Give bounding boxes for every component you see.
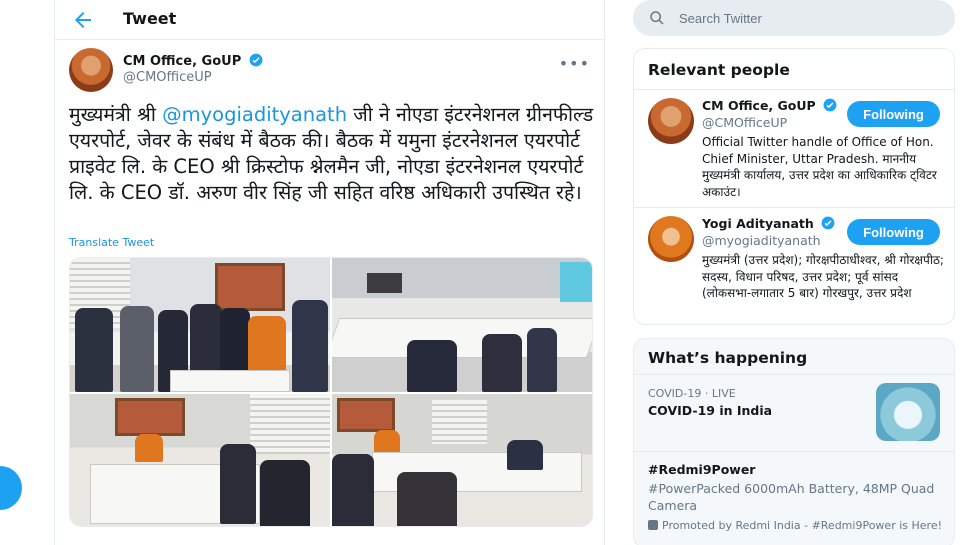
compose-tweet-button[interactable] <box>0 466 22 510</box>
person <box>332 454 374 526</box>
person <box>482 334 522 392</box>
main-column: Tweet CM Office, GoUP @CMOfficeUP ••• मु… <box>54 0 605 545</box>
whats-happening-title: What’s happening <box>634 339 954 375</box>
person <box>374 430 400 454</box>
person <box>407 340 457 392</box>
portrait-frame <box>337 398 395 432</box>
trend-meta: COVID-19 · LIVE <box>648 387 736 400</box>
person <box>135 434 163 462</box>
following-button[interactable]: Following <box>847 219 940 245</box>
person-bio: मुख्यमंत्री (उत्तर प्रदेश); गोरक्षपीठाधी… <box>702 253 944 300</box>
page-title: Tweet <box>123 9 177 28</box>
tweet-author: CM Office, GoUP @CMOfficeUP ••• <box>55 40 604 92</box>
window-blinds <box>250 394 330 454</box>
author-handle[interactable]: @CMOfficeUP <box>123 70 212 85</box>
whats-happening-card: What’s happening COVID-19 · LIVE COVID-1… <box>633 338 955 545</box>
person <box>120 306 154 392</box>
relevant-people-card: Relevant people CM Office, GoUP @CMOffic… <box>633 48 955 325</box>
page-header: Tweet <box>55 0 604 40</box>
trend-title[interactable]: #Redmi9Power <box>648 462 755 477</box>
person-handle[interactable]: @CMOfficeUP <box>702 115 787 130</box>
author-name[interactable]: CM Office, GoUP <box>123 53 263 69</box>
window-blinds <box>432 400 487 444</box>
person-bio: Official Twitter handle of Office of Hon… <box>702 135 937 199</box>
table <box>170 370 290 392</box>
person-avatar[interactable] <box>648 98 694 144</box>
mask-image-icon[interactable] <box>876 383 940 441</box>
trend-item[interactable]: #Redmi9Power #PowerPacked 6000mAh Batter… <box>634 452 954 545</box>
tweet-photo-3[interactable] <box>70 394 330 526</box>
author-name-text[interactable]: CM Office, GoUP <box>123 54 241 69</box>
verified-badge-icon <box>249 53 263 67</box>
translate-tweet-link[interactable]: Translate Tweet <box>69 236 154 249</box>
mention-link[interactable]: @myogiadityanath <box>162 103 347 126</box>
tweet-photo-1[interactable] <box>70 258 330 392</box>
person <box>260 460 310 526</box>
verified-badge-icon <box>823 98 837 112</box>
portrait-frame <box>115 398 185 436</box>
person-name-text[interactable]: CM Office, GoUP <box>702 98 816 113</box>
tv-screen <box>367 273 402 293</box>
person <box>220 444 256 524</box>
trend-title[interactable]: COVID-19 in India <box>648 403 772 418</box>
verified-badge-icon <box>821 216 835 230</box>
relevant-person[interactable]: Yogi Adityanath @myogiadityanath Followi… <box>634 208 954 324</box>
search-icon <box>650 11 664 25</box>
relevant-people-title: Relevant people <box>634 49 954 90</box>
promoted-label[interactable]: Promoted by Redmi India - #Redmi9Power i… <box>648 519 942 532</box>
person <box>507 440 543 470</box>
tweet-photo-4[interactable] <box>332 394 592 526</box>
tweet-photo-2[interactable] <box>332 258 592 392</box>
person-name-text[interactable]: Yogi Adityanath <box>702 216 814 231</box>
search-input[interactable] <box>679 0 939 36</box>
person-name[interactable]: CM Office, GoUP <box>702 98 837 113</box>
person <box>75 308 113 392</box>
search-bar[interactable] <box>633 0 955 36</box>
relevant-person[interactable]: CM Office, GoUP @CMOfficeUP Following Of… <box>634 90 954 208</box>
author-avatar[interactable] <box>69 48 113 92</box>
person-name[interactable]: Yogi Adityanath <box>702 216 835 231</box>
person-avatar[interactable] <box>648 216 694 262</box>
trend-item[interactable]: COVID-19 · LIVE COVID-19 in India <box>634 375 954 452</box>
portrait-frame <box>215 263 285 311</box>
tweet-text: मुख्यमंत्री श्री @myogiadityanath जी ने … <box>69 102 599 206</box>
projection-screen <box>560 262 592 302</box>
more-options-icon[interactable]: ••• <box>559 54 590 73</box>
person <box>292 300 328 392</box>
promoted-icon <box>648 520 658 530</box>
back-arrow-icon[interactable] <box>71 8 95 32</box>
person <box>527 328 557 392</box>
person <box>397 472 457 526</box>
trend-description: #PowerPacked 6000mAh Battery, 48MP Quad … <box>648 481 935 513</box>
promoted-text: Promoted by Redmi India - #Redmi9Power i… <box>662 519 942 532</box>
following-button[interactable]: Following <box>847 101 940 127</box>
person-handle[interactable]: @myogiadityanath <box>702 233 821 248</box>
tweet-photo-grid <box>69 257 593 527</box>
tweet-text-before: मुख्यमंत्री श्री <box>69 103 163 126</box>
